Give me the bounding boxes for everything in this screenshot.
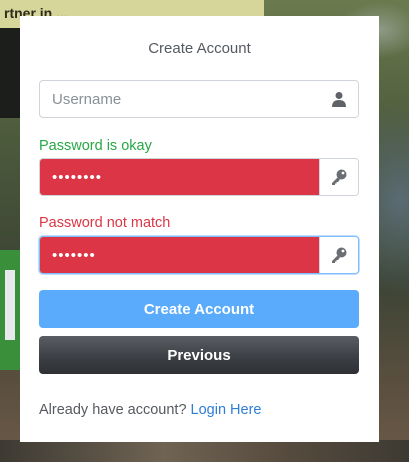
username-field-group <box>39 80 359 118</box>
key-icon <box>330 168 348 186</box>
form-title: Create Account <box>148 40 251 57</box>
login-link[interactable]: Login Here <box>191 402 262 418</box>
password-input[interactable] <box>40 159 319 195</box>
confirm-password-input[interactable] <box>40 237 319 273</box>
username-input[interactable] <box>40 81 320 117</box>
password-addon <box>319 159 358 195</box>
create-account-card: Create Account Password is okay <box>20 16 379 442</box>
confirm-password-addon <box>319 237 358 273</box>
password-field-group <box>39 158 359 196</box>
create-account-button[interactable]: Create Account <box>39 290 359 328</box>
previous-button[interactable]: Previous <box>39 336 359 374</box>
password-status-ok: Password is okay <box>39 138 152 154</box>
login-prompt-text: Already have account? <box>39 402 187 418</box>
confirm-password-field-group <box>39 236 359 274</box>
user-icon <box>331 91 347 107</box>
login-prompt: Already have account? Login Here <box>39 402 261 418</box>
confirm-password-status-error: Password not match <box>39 215 171 231</box>
username-addon <box>320 81 358 117</box>
background-green-panel <box>0 250 20 370</box>
key-icon <box>330 246 348 264</box>
background-ground <box>0 440 409 462</box>
background-dark-panel <box>0 28 20 118</box>
